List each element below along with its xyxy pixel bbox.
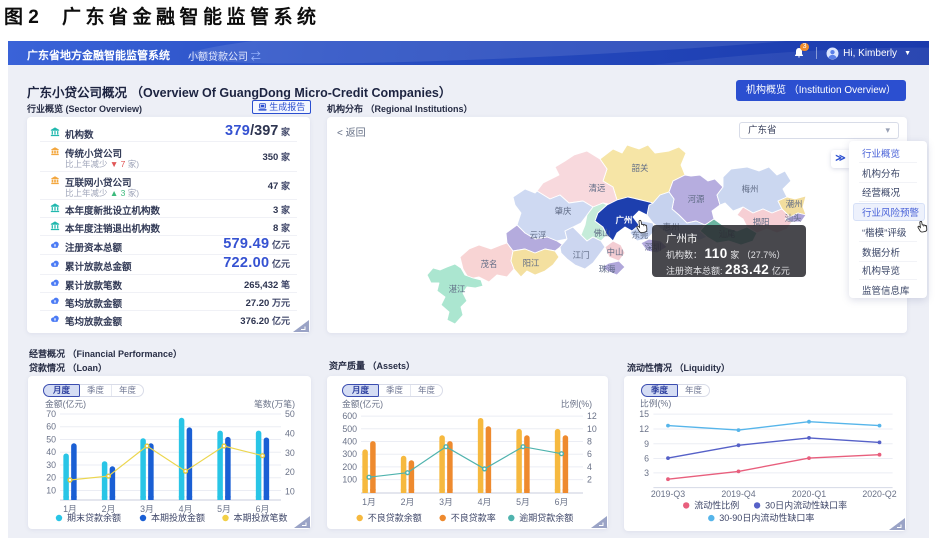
svg-text:5月: 5月 bbox=[516, 497, 530, 507]
svg-text:15: 15 bbox=[639, 409, 649, 419]
svg-text:2020-Q2: 2020-Q2 bbox=[862, 489, 896, 499]
svg-text:不良贷款率: 不良贷款率 bbox=[451, 512, 496, 523]
svg-text:河源: 河源 bbox=[688, 194, 705, 204]
svg-text:5月: 5月 bbox=[217, 504, 231, 514]
svg-text:韶关: 韶关 bbox=[632, 163, 649, 173]
svg-text:9: 9 bbox=[644, 439, 649, 449]
svg-text:阳江: 阳江 bbox=[523, 258, 540, 268]
svg-text:3月: 3月 bbox=[439, 497, 453, 507]
svg-text:2: 2 bbox=[587, 475, 592, 485]
svg-text:梅州: 梅州 bbox=[742, 184, 759, 194]
svg-text:佛山: 佛山 bbox=[594, 228, 611, 238]
svg-text:12: 12 bbox=[587, 411, 597, 421]
svg-text:比例(%): 比例(%) bbox=[561, 398, 592, 409]
svg-text:逾期贷款余额: 逾期贷款余额 bbox=[519, 512, 573, 523]
svg-text:中山: 中山 bbox=[607, 247, 624, 257]
svg-text:1月: 1月 bbox=[362, 497, 376, 507]
svg-text:40: 40 bbox=[285, 428, 295, 438]
svg-text:10: 10 bbox=[46, 486, 56, 496]
svg-text:汕头: 汕头 bbox=[785, 213, 802, 223]
svg-text:2020-Q1: 2020-Q1 bbox=[792, 489, 826, 499]
svg-text:6: 6 bbox=[644, 454, 649, 464]
svg-text:本期投放笔数: 本期投放笔数 bbox=[234, 512, 288, 523]
svg-text:6: 6 bbox=[587, 449, 592, 459]
svg-text:4: 4 bbox=[587, 462, 592, 472]
svg-text:茂名: 茂名 bbox=[481, 259, 498, 269]
svg-text:清远: 清远 bbox=[589, 183, 606, 193]
svg-text:肇庆: 肇庆 bbox=[555, 206, 572, 216]
svg-text:6月: 6月 bbox=[555, 497, 569, 507]
svg-text:笔数(万笔): 笔数(万笔) bbox=[254, 398, 295, 409]
svg-text:4月: 4月 bbox=[478, 497, 492, 507]
svg-text:流动性比例: 流动性比例 bbox=[694, 499, 739, 510]
svg-text:30: 30 bbox=[46, 460, 56, 470]
svg-text:10: 10 bbox=[285, 487, 295, 497]
svg-text:30: 30 bbox=[285, 448, 295, 458]
svg-text:湛江: 湛江 bbox=[449, 284, 466, 294]
svg-text:本期投放金额: 本期投放金额 bbox=[151, 512, 205, 523]
svg-text:400: 400 bbox=[342, 437, 357, 447]
svg-text:50: 50 bbox=[46, 435, 56, 445]
svg-text:金额(亿元): 金额(亿元) bbox=[342, 398, 383, 409]
svg-text:8: 8 bbox=[587, 437, 592, 447]
svg-text:100: 100 bbox=[342, 475, 357, 485]
svg-text:30-90日内流动性缺口率: 30-90日内流动性缺口率 bbox=[719, 512, 814, 523]
svg-text:30日内流动性缺口率: 30日内流动性缺口率 bbox=[765, 499, 847, 510]
svg-text:2019-Q4: 2019-Q4 bbox=[721, 489, 755, 499]
svg-text:云浮: 云浮 bbox=[530, 230, 547, 240]
svg-text:300: 300 bbox=[342, 449, 357, 459]
svg-text:2019-Q3: 2019-Q3 bbox=[651, 489, 685, 499]
svg-text:20: 20 bbox=[46, 473, 56, 483]
svg-text:600: 600 bbox=[342, 411, 357, 421]
svg-text:60: 60 bbox=[46, 422, 56, 432]
svg-text:期末贷款余额: 期末贷款余额 bbox=[67, 512, 121, 523]
svg-text:比例(%): 比例(%) bbox=[640, 398, 671, 409]
svg-text:2月: 2月 bbox=[401, 497, 415, 507]
svg-text:江门: 江门 bbox=[573, 250, 590, 260]
svg-text:50: 50 bbox=[285, 409, 295, 419]
svg-text:3: 3 bbox=[644, 468, 649, 478]
svg-text:200: 200 bbox=[342, 462, 357, 472]
svg-text:金额(亿元): 金额(亿元) bbox=[45, 398, 86, 409]
svg-text:12: 12 bbox=[639, 424, 649, 434]
svg-text:40: 40 bbox=[46, 447, 56, 457]
svg-text:不良贷款余额: 不良贷款余额 bbox=[368, 512, 422, 523]
svg-text:20: 20 bbox=[285, 467, 295, 477]
svg-text:10: 10 bbox=[587, 424, 597, 434]
svg-text:500: 500 bbox=[342, 424, 357, 434]
svg-text:珠海: 珠海 bbox=[599, 264, 616, 274]
svg-text:潮州: 潮州 bbox=[786, 199, 803, 209]
svg-text:70: 70 bbox=[46, 409, 56, 419]
svg-text:广州: 广州 bbox=[616, 215, 633, 225]
